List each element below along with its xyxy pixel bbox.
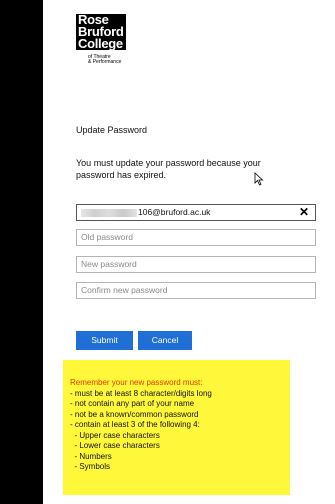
login-panel: Rose Bruford College of Theatre & Perfor… <box>43 0 335 504</box>
rule-item: - Upper case characters <box>70 430 160 440</box>
username-field[interactable]: 106@bruford.ac.uk ✕ <box>76 204 316 221</box>
rule-item: - Numbers <box>70 451 112 461</box>
confirm-password-field[interactable]: Confirm new password <box>76 282 316 299</box>
rule-item: - Symbols <box>70 462 111 471</box>
mouse-cursor-icon <box>254 172 264 186</box>
college-logo: Rose Bruford College of Theatre & Perfor… <box>76 12 126 65</box>
clear-icon[interactable]: ✕ <box>299 205 309 220</box>
rule-item: - Lower case characters <box>70 441 160 450</box>
password-rules-note: Remember your new password must: - must … <box>63 360 290 495</box>
rule-item: - not contain any part of your name <box>70 399 195 408</box>
submit-button[interactable]: Submit <box>76 331 133 350</box>
new-password-field[interactable]: New password <box>76 256 316 273</box>
cancel-button[interactable]: Cancel <box>138 331 192 350</box>
rule-item: - not be a known/common password <box>70 409 199 419</box>
rule-item: - must be at least 8 character/digits lo… <box>70 388 212 398</box>
page-title: Update Password <box>76 125 148 135</box>
rule-item: - contain at least 3 of the following 4: <box>70 420 200 429</box>
old-password-field[interactable]: Old password <box>76 229 316 246</box>
rules-heading: Remember your new password must: <box>70 378 203 387</box>
redacted-username-part <box>81 208 137 217</box>
username-value: 106@bruford.ac.uk <box>138 207 211 217</box>
